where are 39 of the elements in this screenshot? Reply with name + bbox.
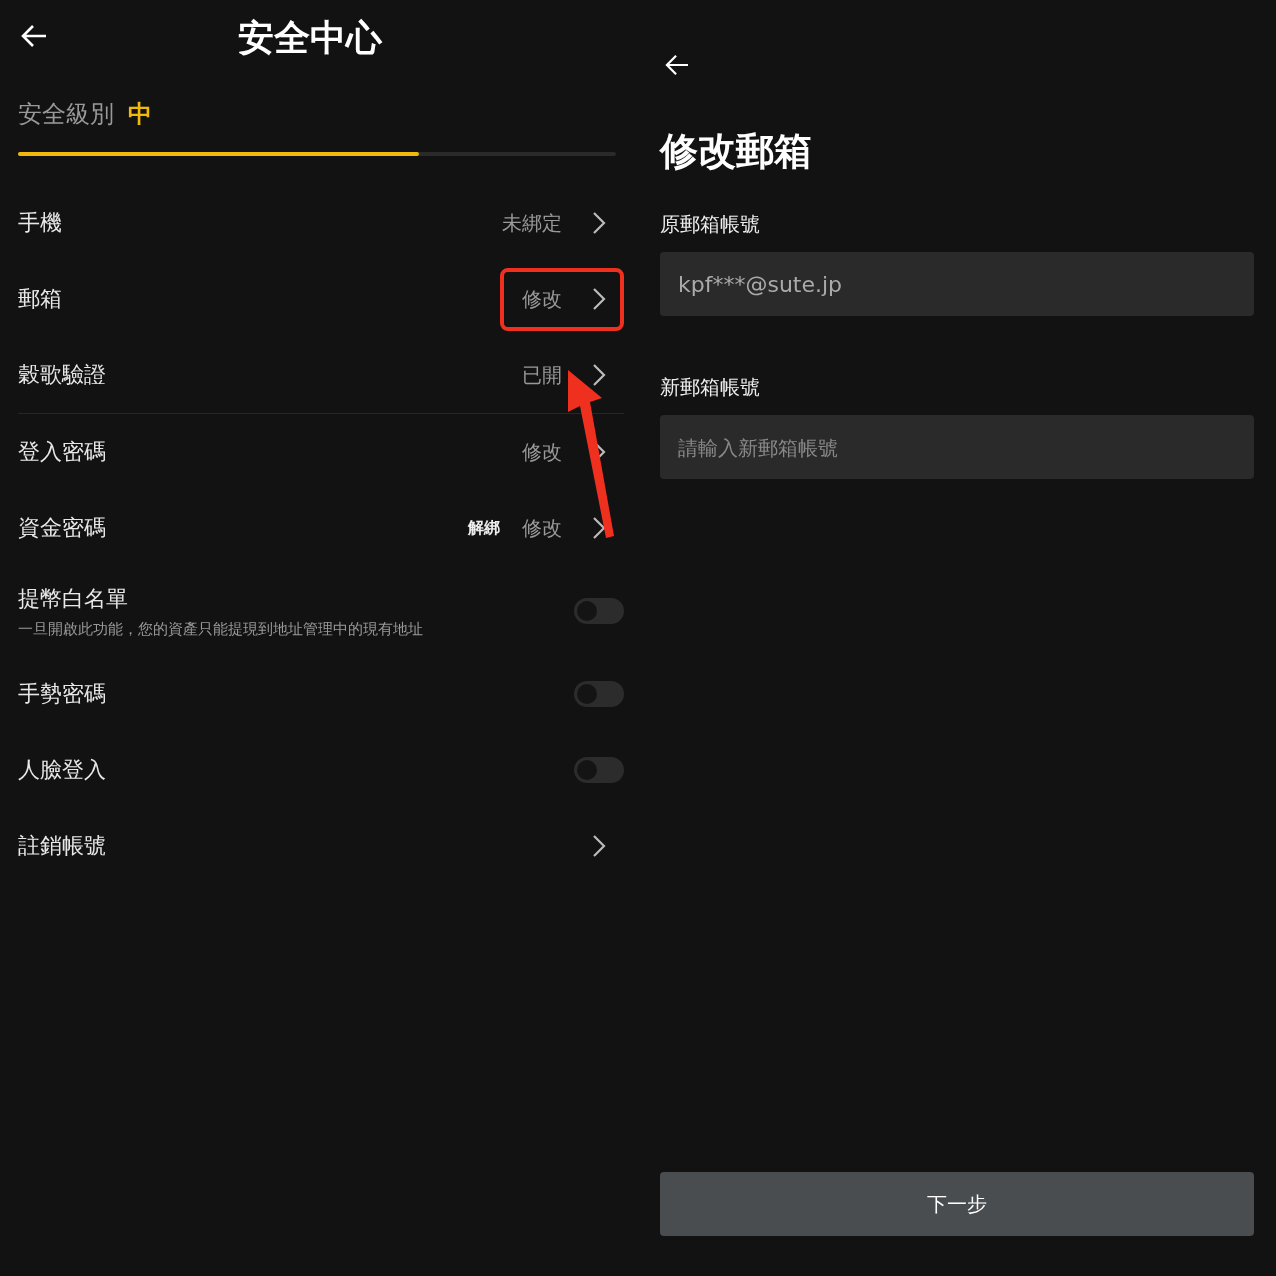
unbind-link[interactable]: 解綁 bbox=[468, 517, 500, 539]
setting-link[interactable]: 已開 bbox=[500, 343, 624, 407]
setting-label: 人臉登入 bbox=[18, 756, 107, 784]
email-field[interactable]: 請輸入新郵箱帳號 bbox=[660, 415, 1254, 479]
toggle-switch[interactable] bbox=[574, 757, 624, 783]
setting-description: 一旦開啟此功能，您的資產只能提現到地址管理中的現有地址 bbox=[18, 619, 424, 639]
highlight-box[interactable]: 修改 bbox=[500, 267, 624, 331]
page-title: 修改郵箱 bbox=[660, 128, 813, 175]
setting-link[interactable]: 修改 bbox=[500, 496, 624, 560]
next-button[interactable]: 下一步 bbox=[660, 1172, 1254, 1236]
setting-label: 資金密碼 bbox=[18, 514, 107, 542]
security-level-label: 安全級別 bbox=[18, 99, 114, 130]
chevron-right-icon bbox=[592, 363, 606, 387]
chevron-right-icon bbox=[592, 287, 606, 311]
setting-label: 登入密碼 bbox=[18, 438, 107, 466]
back-icon[interactable] bbox=[20, 24, 48, 48]
email-field[interactable]: kpf***@sute.jp bbox=[660, 252, 1254, 316]
chevron-right-icon bbox=[592, 516, 606, 540]
setting-value: 修改 bbox=[522, 514, 562, 542]
chevron-right-icon bbox=[592, 211, 606, 235]
setting-label: 穀歌驗證 bbox=[18, 361, 107, 389]
chevron-right-icon bbox=[592, 834, 606, 858]
setting-label: 手勢密碼 bbox=[18, 680, 107, 708]
setting-label: 郵箱 bbox=[18, 285, 63, 313]
toggle-switch[interactable] bbox=[574, 598, 624, 624]
security-level-value: 中 bbox=[128, 99, 152, 130]
toggle-switch[interactable] bbox=[574, 681, 624, 707]
setting-label: 註銷帳號 bbox=[18, 832, 107, 860]
field-label: 新郵箱帳號 bbox=[660, 374, 761, 401]
back-icon[interactable] bbox=[664, 54, 690, 76]
setting-value: 修改 bbox=[522, 438, 562, 466]
setting-value: 修改 bbox=[522, 285, 562, 313]
setting-link[interactable]: 未綁定 bbox=[480, 191, 624, 255]
setting-value: 未綁定 bbox=[502, 209, 562, 237]
setting-label: 手機 bbox=[18, 209, 63, 237]
setting-label: 提幣白名單 bbox=[18, 584, 129, 613]
page-title: 安全中心 bbox=[238, 15, 382, 60]
field-label: 原郵箱帳號 bbox=[660, 211, 761, 238]
setting-value: 已開 bbox=[522, 361, 562, 389]
